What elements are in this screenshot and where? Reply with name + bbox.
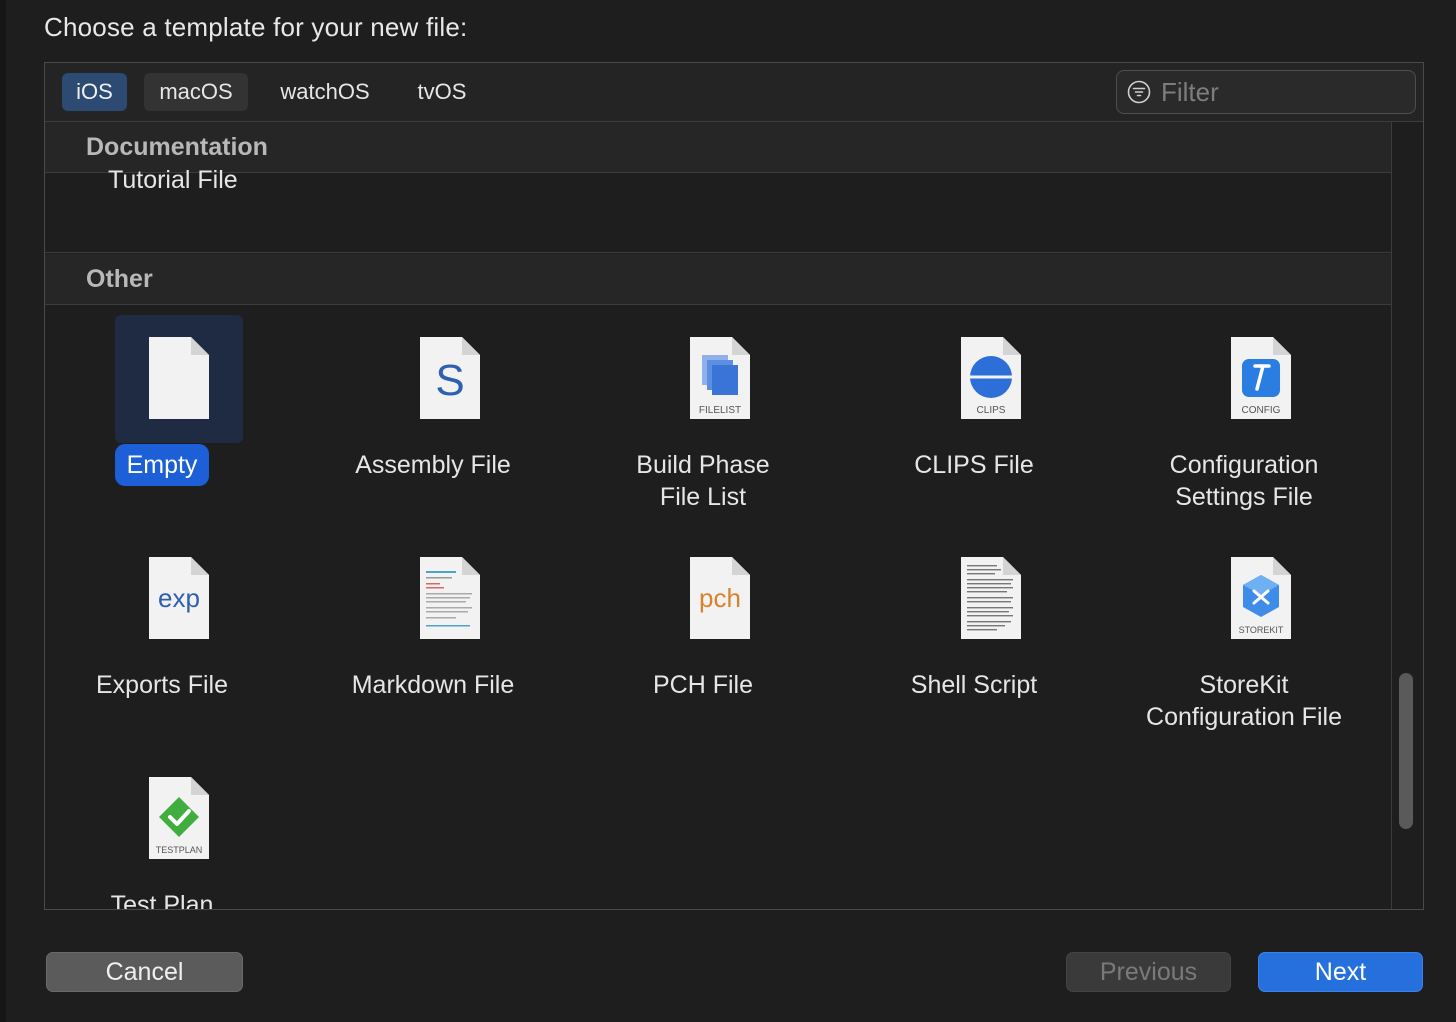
tile-icon-bg (115, 315, 243, 443)
storekit-icon: STOREKIT (1231, 557, 1291, 639)
template-list: Documentation Tutorial File Other Empty (45, 122, 1392, 909)
svg-text:STOREKIT: STOREKIT (1239, 625, 1284, 635)
template-label: StoreKit Configuration File (1146, 671, 1342, 731)
shell-script-doc-icon (961, 557, 1021, 639)
svg-text:CONFIG: CONFIG (1242, 405, 1281, 416)
filter-icon (1127, 80, 1151, 104)
tab-ios[interactable]: iOS (62, 73, 127, 111)
svg-text:CLIPS: CLIPS (977, 405, 1006, 416)
template-label: Markdown File (351, 671, 515, 699)
markdown-doc-icon (420, 557, 480, 639)
template-label: Configuration Settings File (1169, 451, 1319, 511)
svg-text:TESTPLAN: TESTPLAN (156, 845, 203, 855)
template-tile-empty[interactable]: Empty (47, 315, 277, 545)
template-tile-testplan[interactable]: TESTPLAN Test Plan (47, 755, 277, 909)
filter-input[interactable] (1159, 75, 1403, 109)
svg-text:exp: exp (158, 583, 200, 613)
template-tile-pch[interactable]: pch PCH File (588, 535, 818, 765)
assembly-s-icon: S (420, 337, 480, 419)
section-divider (45, 252, 1391, 253)
next-button[interactable]: Next (1258, 952, 1423, 992)
tab-watchos[interactable]: watchOS (265, 73, 385, 111)
pch-icon: pch (690, 557, 750, 639)
template-label: Test Plan (110, 891, 214, 909)
template-tile-clips[interactable]: CLIPS CLIPS File (859, 315, 1089, 545)
tutorial-file-label[interactable]: Tutorial File (108, 166, 238, 195)
tab-tvos[interactable]: tvOS (402, 73, 482, 111)
dialog-title: Choose a template for your new file: (44, 12, 468, 42)
empty-doc-icon (149, 337, 209, 419)
template-tile-assembly[interactable]: S Assembly File (318, 315, 548, 545)
template-tile-storekit[interactable]: STOREKIT StoreKit Configuration File (1129, 535, 1359, 765)
tab-macos[interactable]: macOS (144, 73, 248, 111)
template-tile-exports[interactable]: exp Exports File (47, 535, 277, 765)
template-label: CLIPS File (914, 451, 1034, 479)
filelist-icon: FILELIST (690, 337, 750, 419)
exp-icon: exp (149, 557, 209, 639)
template-tile-shell-script[interactable]: Shell Script (859, 535, 1089, 765)
template-label: Exports File (96, 671, 228, 699)
template-label: Assembly File (355, 451, 511, 479)
svg-text:pch: pch (699, 583, 741, 613)
clips-icon: CLIPS (961, 337, 1021, 419)
scrollbar-thumb[interactable] (1399, 673, 1413, 829)
template-label: Shell Script (910, 671, 1038, 699)
config-icon: CONFIG (1231, 337, 1291, 419)
window-edge (0, 0, 6, 1022)
template-tile-build-phase[interactable]: FILELIST Build Phase File List (588, 315, 818, 545)
cancel-button[interactable]: Cancel (46, 952, 243, 992)
template-tile-markdown[interactable]: Markdown File (318, 535, 548, 765)
section-header-other: Other (45, 254, 1391, 305)
section-header-documentation: Documentation (45, 122, 1391, 173)
filter-field[interactable] (1116, 70, 1416, 114)
template-panel: iOS macOS watchOS tvOS Documentation Tut… (44, 62, 1424, 910)
template-label: Build Phase File List (636, 451, 770, 511)
svg-text:S: S (435, 356, 464, 405)
testplan-icon: TESTPLAN (149, 777, 209, 859)
svg-text:FILELIST: FILELIST (699, 405, 741, 416)
platform-tabbar: iOS macOS watchOS tvOS (45, 63, 1423, 122)
template-tile-config[interactable]: CONFIG Configuration Settings File (1129, 315, 1359, 545)
template-label: PCH File (652, 671, 753, 699)
template-label: Empty (47, 444, 277, 486)
previous-button[interactable]: Previous (1066, 952, 1231, 992)
